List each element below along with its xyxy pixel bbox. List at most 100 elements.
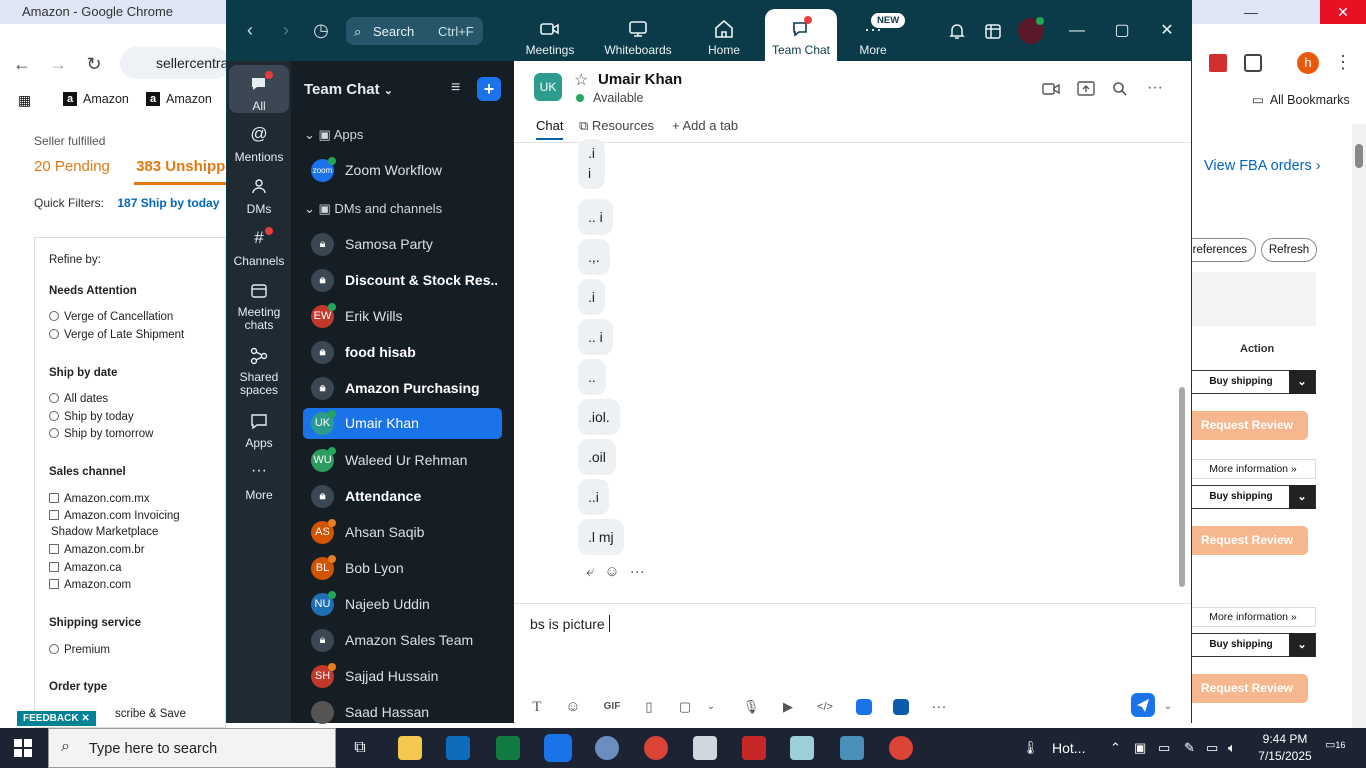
more-dots-icon[interactable]: ··· [630,563,645,580]
more-dots-icon[interactable]: ··· [930,698,948,716]
request-review-button[interactable]: Request Review [1186,526,1308,555]
chat-scrollbar[interactable] [1178,143,1186,603]
message-bubble[interactable]: .iol. [578,399,620,435]
list-item-amazon-purchasing[interactable]: 🔒︎ Amazon Purchasing [303,373,502,404]
pending-tab[interactable]: 20 Pending [34,158,110,175]
message-bubble[interactable]: .,. [578,239,610,275]
scrollbar-thumb[interactable] [1355,144,1363,168]
more-dots-icon[interactable]: ··· [1147,80,1165,97]
filter-channel-mx[interactable]: Amazon.com.mx [49,493,150,505]
apps-grid-icon[interactable]: ▦ [18,92,31,109]
message-bubble[interactable]: .. i [578,319,613,355]
profile-avatar[interactable]: h [1297,52,1319,74]
maximize-icon[interactable]: ▢ [1112,21,1132,41]
section-dms-channels[interactable]: ⌄ ▣ DMs and channels [304,201,442,217]
pdf-extension-icon[interactable] [1209,54,1227,72]
tab-whiteboards[interactable]: Whiteboards [599,9,677,61]
filezilla-icon[interactable] [742,736,766,760]
rail-meeting-chats[interactable]: Meeting chats [229,280,289,332]
filter-channel-com[interactable]: Amazon.com [49,579,131,591]
rail-channels[interactable]: # Channels [229,227,289,268]
tab-resources[interactable]: ⧉ Resources [579,118,654,134]
zoom-app-icon[interactable] [856,699,872,715]
video-call-icon[interactable] [1042,81,1060,97]
tray-app-icon[interactable]: ▣ [1134,740,1146,756]
taskbar-search[interactable]: ⌕ Type here to search [48,728,336,768]
rail-all[interactable]: All [229,65,289,113]
list-item-bob-lyon[interactable]: BL Bob Lyon [303,553,502,584]
calendar-icon[interactable] [983,21,1003,41]
chrome-icon[interactable] [644,736,668,760]
bookmark-amazon-2[interactable]: a Amazon [146,92,212,106]
app-icon[interactable] [840,736,864,760]
chrome-icon[interactable] [889,736,913,760]
list-item-erik-wills[interactable]: EW Erik Wills [303,301,502,332]
filter-ship-today[interactable]: Ship by today [49,411,134,423]
more-information-link[interactable]: More information » [1190,459,1316,479]
tab-meetings[interactable]: Meetings [511,9,589,61]
message-bubble[interactable]: .oil [578,439,616,475]
chevron-down-icon[interactable]: ⌄ [702,698,720,716]
pen-icon[interactable]: ✎ [1184,740,1195,756]
message-bubble[interactable]: .. i [578,199,613,235]
emoji-react-icon[interactable]: ☺ [604,563,619,580]
rail-mentions[interactable]: @ Mentions [229,124,289,164]
reply-icon[interactable]: ⤶ [586,563,594,580]
minimize-icon[interactable]: — [1067,21,1087,41]
list-item-saad[interactable]: Saad Hassan [303,697,502,728]
compose-input[interactable]: bs is picture [530,615,610,632]
section-apps[interactable]: ⌄ ▣ Apps [304,127,363,143]
page-scrollbar[interactable] [1352,124,1366,728]
list-item-samosa-party[interactable]: 🔒︎ Samosa Party [303,229,502,260]
new-chat-button[interactable]: + [477,77,501,101]
chrome-menu-icon[interactable]: ⋮ [1334,52,1352,73]
rail-shared-spaces[interactable]: Shared spaces [229,345,289,397]
app-icon[interactable] [595,736,619,760]
message-bubble[interactable]: .i [578,279,605,315]
forward-icon[interactable]: › [275,19,297,41]
filter-ship-tomorrow[interactable]: Ship by tomorrow [49,428,153,440]
compose-box[interactable]: bs is picture T ☺ GIF ▯ ▢ ⌄ 🎙︎ ▶ </> ···… [514,603,1191,723]
address-bar[interactable]: sellercentra [120,47,230,79]
contact-name[interactable]: Umair Khan [598,71,682,88]
tab-chat[interactable]: Chat [536,118,564,140]
refresh-button[interactable]: Refresh [1261,238,1317,262]
screenshot-icon[interactable]: ▢ [676,698,694,716]
list-item-zoom-workflow[interactable]: zoom Zoom Workflow [303,155,502,186]
display-icon[interactable]: ▭ [1206,740,1218,756]
bell-icon[interactable] [947,21,967,41]
file-explorer-icon[interactable] [398,736,422,760]
rail-apps[interactable]: Apps [229,410,289,450]
emoji-icon[interactable]: ☺ [564,698,582,716]
network-tray-icon[interactable]: ▭ [1158,740,1170,756]
history-icon[interactable]: ◷ [310,19,332,41]
search-icon[interactable] [1111,81,1129,97]
view-fba-link[interactable]: View FBA orders › [1204,158,1321,174]
message-bubble[interactable]: .l mj [578,519,624,555]
chevron-down-icon[interactable]: ⌄ [1289,370,1315,394]
filter-verge-late[interactable]: Verge of Late Shipment [49,329,184,341]
forward-icon[interactable]: → [44,50,72,78]
chevron-down-icon[interactable]: ⌄ [1289,633,1315,657]
list-item-najeeb[interactable]: NU Najeeb Uddin [303,589,502,620]
taskbar-clock[interactable]: 9:44 PM 7/15/2025 [1255,731,1315,765]
rail-more[interactable]: ··· More [229,462,289,502]
team-chat-title[interactable]: Team Chat ⌄ [304,81,393,98]
list-item-sajjad[interactable]: SH Sajjad Hussain [303,661,502,692]
filter-channel-ca[interactable]: Amazon.ca [49,562,122,574]
filter-channel-invoicing[interactable]: Amazon.com Invoicing [49,510,180,522]
unshipped-tab[interactable]: 383 Unshippe [136,158,234,175]
feedback-button[interactable]: FEEDBACK ✕ [17,711,96,726]
rail-dms[interactable]: DMs [229,176,289,216]
add-tab-button[interactable]: + Add a tab [672,118,738,133]
close-icon[interactable]: ✕ [1320,0,1366,24]
ship-by-today-filter[interactable]: 187 Ship by today [117,196,219,210]
format-text-icon[interactable]: T [528,698,546,716]
reload-icon[interactable]: ↻ [80,50,108,78]
list-item-food-hisab[interactable]: 🔒︎ food hisab [303,337,502,368]
filter-subscribe[interactable]: scribe & Save [115,708,186,720]
back-icon[interactable]: ← [8,50,36,78]
gif-icon[interactable]: GIF [600,698,624,716]
bookmark-amazon-1[interactable]: a Amazon [63,92,129,106]
filter-verge-cancel[interactable]: Verge of Cancellation [49,311,173,323]
